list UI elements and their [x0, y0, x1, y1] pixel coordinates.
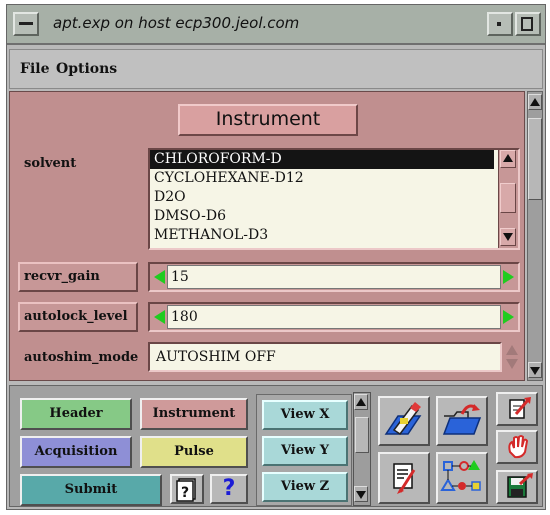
solvent-label: solvent: [24, 156, 77, 171]
scroll-thumb[interactable]: [528, 118, 542, 200]
increment-arrow-icon[interactable]: [503, 270, 514, 284]
title-bar[interactable]: apt.exp on host ecp300.jeol.com: [7, 5, 545, 45]
view-y-button[interactable]: View Y: [262, 436, 348, 466]
decrement-arrow-icon[interactable]: [154, 270, 165, 284]
autoshim-mode-label: autoshim_mode: [24, 350, 139, 365]
view-scrollbar[interactable]: [353, 392, 371, 506]
view-z-button[interactable]: View Z: [262, 472, 348, 502]
header-button[interactable]: Header: [20, 398, 132, 430]
svg-text:?: ?: [181, 485, 189, 501]
export-icon[interactable]: [496, 392, 538, 426]
maximize-icon[interactable]: [515, 12, 541, 36]
window-title: apt.exp on host ecp300.jeol.com: [53, 14, 300, 32]
instrument-button[interactable]: Instrument: [140, 398, 248, 430]
solvent-listbox[interactable]: CHLOROFORM-D CYCLOHEXANE-D12 D2O DMSO-D6…: [148, 148, 520, 250]
autolock-level-label-button[interactable]: autolock_level: [18, 302, 138, 332]
scroll-up-icon[interactable]: [354, 394, 368, 410]
scroll-thumb[interactable]: [500, 183, 516, 213]
increment-arrow-icon[interactable]: [503, 310, 514, 324]
recvr-gain-input[interactable]: [167, 265, 501, 289]
edit-note-graphic: [393, 463, 416, 494]
form-scrollbar[interactable]: [527, 91, 543, 381]
scroll-up-icon[interactable]: [500, 150, 516, 168]
menu-file[interactable]: File: [20, 61, 49, 77]
flowchart-icon[interactable]: [436, 452, 488, 504]
autoshim-spinner[interactable]: [504, 344, 520, 372]
autolock-level-field: [148, 302, 520, 332]
recvr-gain-field: [148, 262, 520, 292]
menu-options[interactable]: Options: [56, 61, 117, 77]
scroll-down-icon[interactable]: [500, 228, 516, 246]
list-item[interactable]: METHANOL-D3: [150, 226, 518, 245]
section-title-button[interactable]: Instrument: [178, 104, 358, 136]
submit-button[interactable]: Submit: [20, 474, 162, 506]
application-window: apt.exp on host ecp300.jeol.com File Opt…: [6, 4, 546, 510]
edit-note-icon[interactable]: [378, 452, 430, 504]
question-icon[interactable]: ?: [210, 474, 248, 504]
solvent-scrollbar[interactable]: [498, 150, 518, 248]
autolock-level-input[interactable]: [167, 305, 501, 329]
list-item[interactable]: D2O: [150, 188, 518, 207]
pulse-button[interactable]: Pulse: [140, 436, 248, 468]
help-book-icon[interactable]: ?: [170, 474, 204, 504]
edit-params-icon[interactable]: [378, 396, 430, 446]
view-x-button[interactable]: View X: [262, 400, 348, 430]
list-item[interactable]: CHLOROFORM-D: [150, 150, 494, 169]
edit-params-graphic: [384, 402, 422, 436]
stop-hand-icon[interactable]: [496, 430, 538, 464]
stop-hand-graphic: [508, 435, 529, 459]
recvr-gain-label-button[interactable]: recvr_gain: [18, 262, 138, 292]
save-disk-graphic: [507, 473, 533, 498]
export-graphic: [509, 397, 531, 419]
help-book-graphic: ?: [176, 478, 196, 502]
open-folder-graphic: [442, 404, 482, 435]
autoshim-mode-field[interactable]: AUTOSHIM OFF: [148, 342, 502, 372]
scroll-down-icon[interactable]: [528, 362, 542, 378]
acquisition-button[interactable]: Acquisition: [20, 436, 132, 468]
spin-down-icon[interactable]: [506, 359, 518, 369]
list-item[interactable]: CYCLOHEXANE-D12: [150, 169, 518, 188]
instrument-form: Instrument solvent CHLOROFORM-D CYCLOHEX…: [9, 91, 525, 381]
scroll-thumb[interactable]: [355, 417, 369, 453]
window-menu-icon[interactable]: [13, 12, 39, 36]
scroll-down-icon[interactable]: [354, 486, 368, 502]
minimize-icon[interactable]: [487, 12, 513, 36]
decrement-arrow-icon[interactable]: [154, 310, 165, 324]
menu-bar: File Options: [9, 49, 543, 89]
spin-up-icon[interactable]: [506, 345, 518, 355]
open-folder-icon[interactable]: [436, 396, 488, 446]
question-glyph: ?: [222, 476, 236, 501]
flowchart-graphic: [440, 460, 481, 491]
save-disk-icon[interactable]: [496, 470, 538, 504]
bottom-panel: Header Instrument Acquisition Pulse Subm…: [9, 385, 543, 507]
list-item[interactable]: DMSO-D6: [150, 207, 518, 226]
scroll-up-icon[interactable]: [528, 94, 542, 110]
